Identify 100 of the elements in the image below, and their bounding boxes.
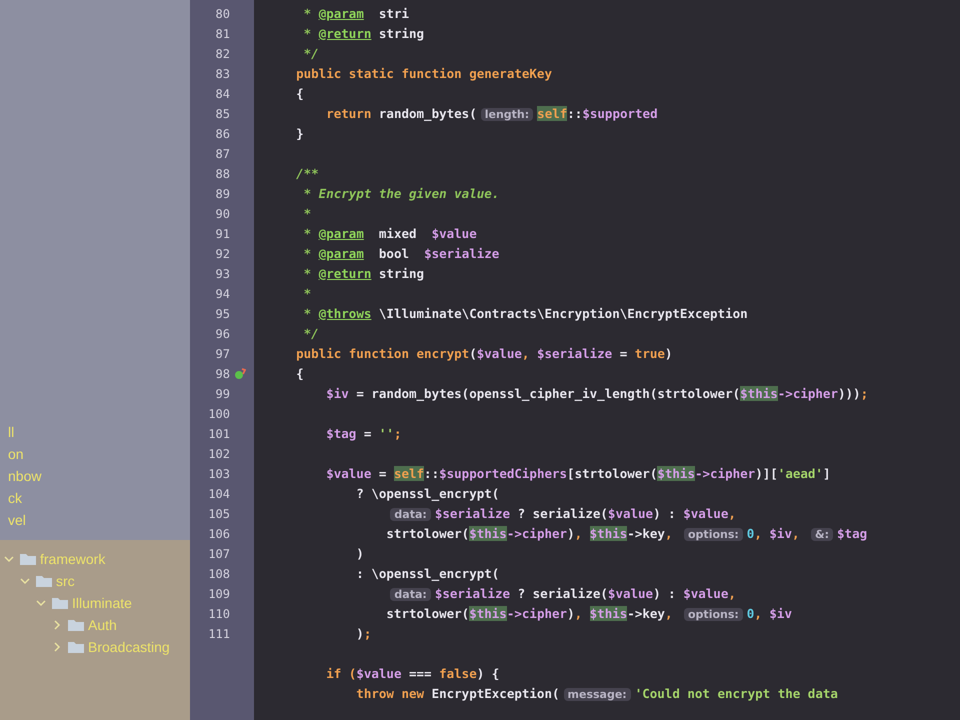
code-text: *	[302, 226, 312, 241]
code-text: )	[355, 546, 364, 561]
line-number: 97	[216, 346, 230, 363]
code-text: $tag	[325, 426, 356, 441]
code-text: ,	[664, 526, 674, 541]
code-text: *	[302, 246, 312, 261]
line-number: 107	[208, 546, 230, 563]
folder-icon	[68, 641, 84, 653]
line-number: 105	[208, 506, 230, 523]
code-text: =	[378, 466, 388, 481]
tree-item[interactable]: framework	[40, 548, 106, 570]
code-text: ) :	[653, 586, 677, 601]
code-text: )	[567, 526, 575, 541]
code-text: $iv	[325, 386, 349, 401]
code-text: strtolower(	[385, 606, 470, 621]
code-text: ,	[574, 606, 584, 621]
code-text: ,	[754, 606, 763, 621]
code-text: 0	[746, 526, 754, 541]
code-text: ->cipher	[778, 386, 838, 401]
line-number: 82	[216, 46, 230, 63]
line-number: 81	[216, 26, 230, 43]
code-text: ,	[754, 526, 763, 541]
line-number: 83	[216, 66, 230, 83]
code-text: string	[378, 266, 424, 281]
line-number: 80	[216, 6, 230, 23]
parameter-hint: options:	[684, 528, 743, 541]
line-number: 102	[208, 446, 230, 463]
code-text: 'Could not encrypt the data	[634, 686, 838, 701]
line-number: 94	[216, 286, 230, 303]
code-text: $supported	[582, 106, 658, 121]
tree-item[interactable]: ck	[8, 488, 190, 510]
line-number: 91	[216, 226, 230, 243]
code-text: {	[295, 86, 304, 101]
code-text: ,	[574, 526, 584, 541]
highlighted-variable: $this	[590, 526, 628, 541]
code-text: $value	[608, 506, 654, 521]
code-text: (	[469, 346, 477, 361]
code-text: false	[439, 666, 477, 681]
breakpoint-icon[interactable]	[234, 368, 246, 380]
code-text: $supportedCiphers	[439, 466, 568, 481]
code-text: ,	[728, 506, 736, 521]
highlighted-variable: $this	[657, 466, 695, 481]
code-text: @param	[318, 246, 364, 261]
code-text: $value	[608, 586, 654, 601]
tree-item[interactable]: Auth	[88, 614, 117, 636]
code-text: ===	[408, 666, 433, 681]
code-text: $serialize	[434, 586, 510, 601]
code-text: throw new	[355, 686, 426, 701]
code-text: \Illuminate\Contracts\Encryption\EncryptException	[378, 306, 748, 321]
chevron-icon[interactable]	[36, 598, 48, 608]
highlighted-variable: $this	[469, 526, 507, 541]
code-text: string	[378, 26, 424, 41]
line-number: 84	[216, 86, 230, 103]
code-text: ? serialize(	[516, 506, 608, 521]
code-text: return	[325, 106, 372, 121]
tree-item[interactable]: nbow	[8, 466, 190, 488]
code-text: $iv	[769, 526, 792, 541]
code-text: ''	[378, 426, 394, 441]
tree-item[interactable]: ll	[8, 422, 190, 444]
line-number: 100	[208, 406, 230, 423]
tree-item[interactable]: on	[8, 444, 190, 466]
code-text: [strtolower(	[567, 466, 658, 481]
folder-icon	[68, 619, 84, 631]
tree-item[interactable]: Illuminate	[72, 592, 132, 614]
code-text: true	[634, 346, 665, 361]
code-text: stri	[378, 6, 409, 21]
code-text: */	[302, 46, 319, 61]
code-text: $value	[432, 226, 477, 241]
parameter-hint: message:	[564, 688, 631, 701]
code-text: 'aead'	[778, 466, 823, 481]
code-text: =	[618, 346, 628, 361]
code-text: @param	[318, 6, 364, 21]
tree-item[interactable]: vel	[8, 510, 190, 532]
code-text: *	[302, 26, 312, 41]
code-text: ::	[424, 466, 440, 481]
code-text: *	[302, 306, 312, 321]
code-text: ]	[822, 466, 830, 481]
code-text: *	[302, 286, 312, 301]
code-text: $serialize	[434, 506, 510, 521]
line-number: 98	[216, 366, 230, 383]
code-text: * Encrypt the given value.	[302, 186, 500, 201]
chevron-icon[interactable]	[4, 554, 16, 564]
code-text: 0	[746, 606, 754, 621]
code-text: ->cipher	[506, 606, 568, 621]
code-text: $value	[683, 506, 728, 521]
code-text: ->cipher	[695, 466, 756, 481]
code-text: ;	[860, 386, 868, 401]
code-text: ,	[792, 526, 800, 541]
code-text: ,	[664, 606, 674, 621]
parameter-hint: data:	[390, 508, 431, 521]
code-text: $value	[683, 586, 728, 601]
line-number: 110	[208, 606, 230, 623]
chevron-icon[interactable]	[20, 576, 32, 586]
line-number: 108	[208, 566, 230, 583]
tree-item[interactable]: Broadcasting	[88, 636, 170, 658]
code-text: public static function generateKey	[295, 66, 552, 81]
line-number: 103	[208, 466, 230, 483]
code-text: mixed	[378, 226, 418, 241]
code-text: *	[302, 206, 312, 221]
tree-item[interactable]: src	[56, 570, 75, 592]
